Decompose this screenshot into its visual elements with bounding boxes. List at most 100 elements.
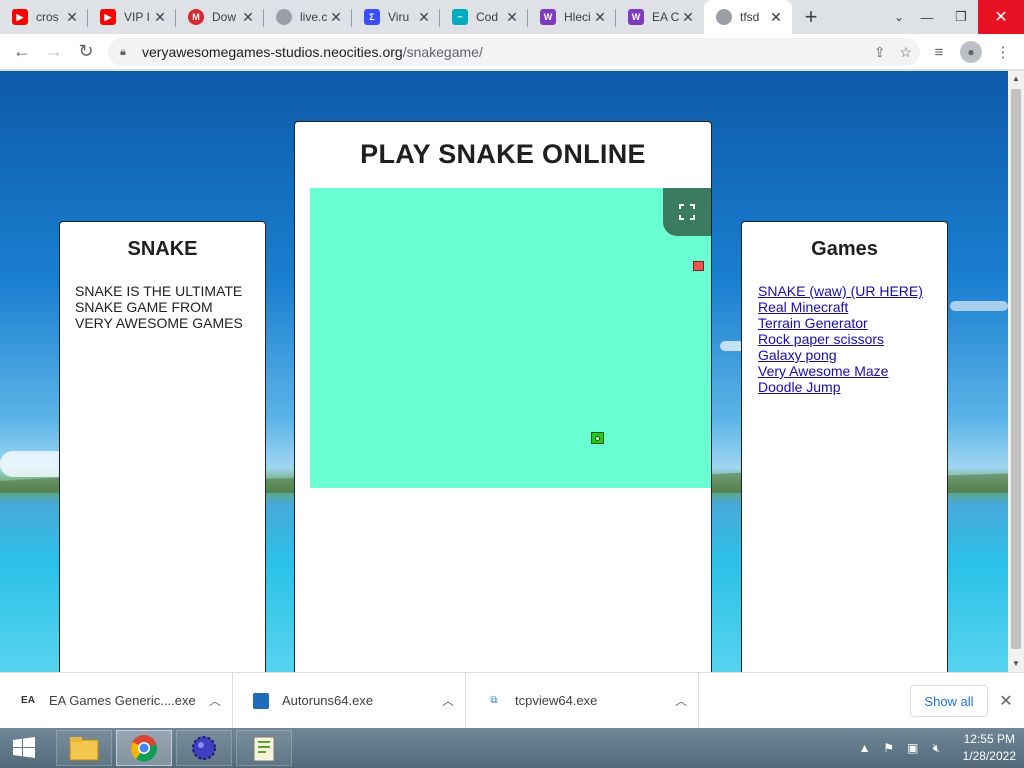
- mega-icon: M: [188, 9, 204, 25]
- tab-mega[interactable]: M Dow ✕: [176, 0, 264, 34]
- tab-twitch-1[interactable]: W Hleci ✕: [528, 0, 616, 34]
- game-link-doodle-jump[interactable]: Doodle Jump: [758, 379, 947, 395]
- tab-active-snake[interactable]: tfsd ✕: [704, 0, 792, 34]
- chevron-up-icon[interactable]: ︿: [198, 692, 232, 709]
- show-all-downloads-button[interactable]: Show all: [910, 685, 988, 717]
- tab-title: EA C: [652, 10, 680, 24]
- file-explorer-icon[interactable]: [56, 730, 112, 766]
- close-tab-icon[interactable]: ✕: [416, 9, 432, 26]
- exe-file-icon: EA: [21, 695, 35, 706]
- tab-codeorg[interactable]: ~ Cod ✕: [440, 0, 528, 34]
- gear-ball-app-icon[interactable]: [176, 730, 232, 766]
- game-link-snake[interactable]: SNAKE (waw) (UR HERE): [758, 283, 947, 299]
- download-filename: EA Games Generic....exe: [49, 693, 196, 708]
- chevron-up-icon[interactable]: ︿: [431, 692, 465, 709]
- tab-virustotal[interactable]: Σ Viru ✕: [352, 0, 440, 34]
- scrollbar-thumb[interactable]: [1011, 89, 1021, 649]
- chevron-up-icon[interactable]: ︿: [664, 692, 698, 709]
- close-tab-icon[interactable]: ✕: [504, 9, 520, 26]
- left-panel-heading: SNAKE: [127, 238, 198, 260]
- games-heading: Games: [811, 238, 878, 260]
- close-tab-icon[interactable]: ✕: [328, 9, 344, 26]
- tab-live[interactable]: live.c ✕: [264, 0, 352, 34]
- game-link-rock-paper-scissors[interactable]: Rock paper scissors: [758, 331, 947, 347]
- reading-list-icon[interactable]: ≡: [926, 36, 952, 68]
- action-center-flag-icon[interactable]: ⚑: [877, 738, 901, 758]
- close-tab-icon[interactable]: ✕: [64, 9, 80, 26]
- network-icon[interactable]: ▣: [901, 738, 925, 758]
- game-link-galaxy-pong[interactable]: Galaxy pong: [758, 347, 947, 363]
- snake-game-canvas[interactable]: [310, 188, 711, 488]
- close-tab-icon[interactable]: ✕: [768, 9, 784, 26]
- background-cloud: [950, 301, 1008, 311]
- tab-title: Dow: [212, 10, 237, 24]
- lock-icon[interactable]: 🔒︎: [120, 46, 134, 59]
- url-domain: veryawesomegames-studios.neocities.org: [142, 44, 403, 60]
- vertical-scrollbar[interactable]: ▲ ▼: [1008, 71, 1024, 672]
- back-arrow-icon[interactable]: ←: [6, 36, 38, 68]
- download-filename: tcpview64.exe: [515, 693, 598, 708]
- scroll-up-icon[interactable]: ▲: [1008, 71, 1024, 87]
- minimize-icon[interactable]: —: [910, 0, 944, 34]
- menu-kebab-icon[interactable]: ⋮: [990, 36, 1016, 68]
- youtube-icon: ▶: [100, 9, 116, 25]
- game-panel: PLAY SNAKE ONLINE: [294, 121, 712, 672]
- page-title: PLAY SNAKE ONLINE: [360, 139, 646, 169]
- virustotal-icon: Σ: [364, 9, 380, 25]
- clock-date: 1/28/2022: [962, 749, 1016, 763]
- tab-twitch-2[interactable]: W EA C ✕: [616, 0, 704, 34]
- game-link-real-minecraft[interactable]: Real Minecraft: [758, 299, 947, 315]
- tab-title: tfsd: [740, 10, 760, 24]
- globe-icon: [276, 9, 292, 25]
- games-link-list: SNAKE (waw) (UR HERE) Real Minecraft Ter…: [758, 283, 947, 395]
- tab-title: live.c: [300, 10, 328, 24]
- download-item[interactable]: EA EA Games Generic....exe ︿: [0, 672, 233, 729]
- address-bar[interactable]: 🔒︎ veryawesomegames-studios.neocities.or…: [108, 38, 920, 66]
- download-item[interactable]: ⧉ tcpview64.exe ︿: [466, 672, 699, 729]
- snake-head: [591, 432, 604, 444]
- tab-title: VIP I: [124, 10, 150, 24]
- close-tab-icon[interactable]: ✕: [592, 9, 608, 26]
- download-item[interactable]: Autoruns64.exe ︿: [233, 672, 466, 729]
- tab-title: Viru: [388, 10, 410, 24]
- chrome-icon[interactable]: [116, 730, 172, 766]
- system-clock[interactable]: 12:55 PM 1/28/2022: [963, 731, 1016, 765]
- new-tab-button[interactable]: +: [796, 0, 826, 34]
- game-link-very-awesome-maze[interactable]: Very Awesome Maze: [758, 363, 947, 379]
- url-path: /snakegame/: [402, 44, 483, 60]
- snake-food: [693, 261, 704, 271]
- close-download-shelf-icon[interactable]: ✕: [996, 689, 1016, 713]
- tcpview-icon: ⧉: [490, 695, 498, 706]
- forward-arrow-icon[interactable]: →: [38, 36, 70, 68]
- bookmark-star-icon[interactable]: ☆: [899, 44, 912, 61]
- tray-expand-chevron-icon[interactable]: ▲: [853, 738, 877, 758]
- share-icon[interactable]: ⇪: [874, 44, 886, 61]
- close-tab-icon[interactable]: ✕: [152, 9, 168, 26]
- fullscreen-button[interactable]: [663, 188, 711, 236]
- left-panel-description: SNAKE IS THE ULTIMATE SNAKE GAME FROM VE…: [75, 283, 243, 331]
- windows-start-icon[interactable]: [0, 728, 48, 768]
- download-filename: Autoruns64.exe: [282, 693, 374, 708]
- profile-avatar-icon[interactable]: ●: [960, 41, 982, 63]
- game-link-terrain-generator[interactable]: Terrain Generator: [758, 315, 947, 331]
- volume-muted-icon[interactable]: 🔇︎: [925, 738, 949, 758]
- close-tab-icon[interactable]: ✕: [680, 9, 696, 26]
- tab-title: Hleci: [564, 10, 591, 24]
- codeorg-icon: ~: [452, 9, 468, 25]
- notepad-plus-plus-icon[interactable]: [236, 730, 292, 766]
- reload-icon[interactable]: ↻: [70, 36, 102, 68]
- autoruns-icon: [253, 692, 269, 709]
- globe-icon: [716, 9, 732, 25]
- left-info-panel: SNAKE SNAKE IS THE ULTIMATE SNAKE GAME F…: [59, 221, 266, 672]
- tab-strip: ▶ cros ✕ ▶ VIP I ✕ M Dow ✕ live.c ✕ Σ Vi…: [0, 0, 1024, 34]
- tab-youtube-1[interactable]: ▶ cros ✕: [0, 0, 88, 34]
- clock-time: 12:55 PM: [963, 732, 1015, 746]
- tab-title: cros: [36, 10, 59, 24]
- window-close-icon[interactable]: ✕: [978, 0, 1024, 34]
- page-viewport: SNAKE SNAKE IS THE ULTIMATE SNAKE GAME F…: [0, 71, 1008, 672]
- close-tab-icon[interactable]: ✕: [240, 9, 256, 26]
- tab-youtube-2[interactable]: ▶ VIP I ✕: [88, 0, 176, 34]
- tab-title: Cod: [476, 10, 499, 24]
- scroll-down-icon[interactable]: ▼: [1008, 656, 1024, 672]
- restore-icon[interactable]: ❐: [944, 0, 978, 34]
